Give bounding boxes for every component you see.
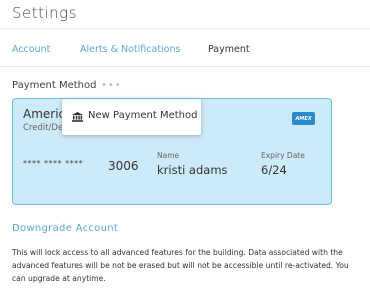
more-options-icon[interactable]: •••: [101, 80, 122, 91]
new-payment-method-item[interactable]: New Payment Method: [62, 99, 201, 135]
expiry-date-label: Expiry Date: [261, 151, 305, 160]
settings-tabs: Account Alerts & Notifications Payment: [0, 44, 370, 68]
downgrade-account-link[interactable]: Downgrade Account: [12, 223, 118, 234]
expiry-date: 6/24: [261, 163, 287, 177]
amex-logo-text: AMEX: [295, 115, 312, 122]
tab-account[interactable]: Account: [12, 44, 50, 55]
new-payment-method-label: New Payment Method: [88, 110, 198, 121]
card-number-mask: **** **** ****: [23, 159, 84, 168]
downgrade-note: This will lock access to all advanced fe…: [12, 248, 349, 283]
bank-icon: [72, 112, 83, 122]
card-brand: Americ: [23, 107, 66, 121]
card-type: Credit/De: [23, 123, 64, 133]
card-last-four: 3006: [108, 159, 139, 173]
header-divider: [0, 28, 370, 29]
cardholder-name-label: Name: [157, 151, 180, 160]
tab-payment[interactable]: Payment: [208, 44, 250, 55]
tab-alerts-notifications[interactable]: Alerts & Notifications: [80, 44, 180, 55]
amex-logo-icon: AMEX: [292, 112, 315, 125]
payment-method-label: Payment Method: [12, 80, 97, 91]
page-title: Settings: [12, 4, 78, 22]
tabs-divider: [0, 66, 370, 67]
cardholder-name: kristi adams: [157, 163, 228, 177]
payment-method-menu: New Payment Method: [62, 99, 201, 135]
